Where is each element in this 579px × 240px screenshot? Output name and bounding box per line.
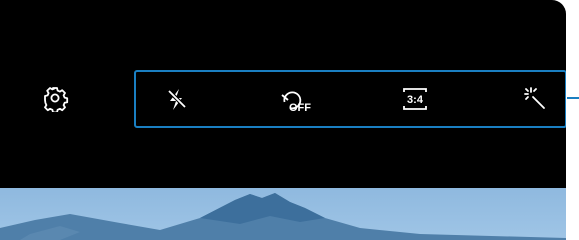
timer-off-icon: OFF [281, 91, 311, 114]
camera-preview [0, 188, 566, 240]
gear-icon [44, 87, 69, 114]
effects-button[interactable] [521, 84, 553, 114]
camera-screen: OFF 3:4 [0, 0, 566, 240]
aspect-ratio-label: 3:4 [407, 94, 424, 106]
flash-button[interactable] [161, 84, 193, 114]
flash-off-icon [167, 89, 187, 110]
aspect-ratio-button[interactable]: 3:4 [399, 84, 431, 114]
quick-settings-highlight [134, 70, 566, 128]
page-margin [566, 0, 579, 240]
magic-wand-icon [524, 87, 545, 109]
timer-off-label: OFF [289, 102, 311, 114]
aspect-ratio-icon: 3:4 [403, 88, 427, 110]
settings-button[interactable] [41, 84, 69, 114]
camera-device: OFF 3:4 [0, 0, 579, 240]
timer-button[interactable]: OFF [276, 84, 316, 114]
mountain-image [0, 193, 566, 240]
callout-line [567, 97, 579, 99]
